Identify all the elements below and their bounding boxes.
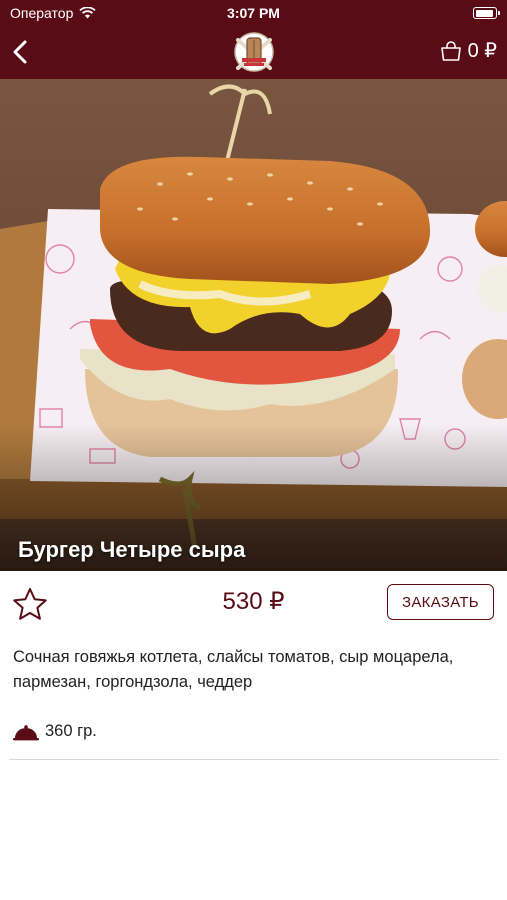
burger-photo [0, 79, 507, 571]
status-time: 3:07 PM [227, 5, 280, 21]
chevron-left-icon [13, 40, 27, 64]
product-action-row: 530 ₽ ЗАКАЗАТЬ [0, 571, 507, 633]
battery-icon [473, 7, 500, 19]
product-weight: 360 гр. [45, 722, 97, 740]
back-button[interactable] [8, 36, 38, 68]
weight-row: 360 гр. [13, 722, 97, 741]
cart-button[interactable]: 0 ₽ [440, 38, 497, 63]
nav-bar: 0 ₽ [0, 26, 507, 79]
product-description: Сочная говяжья котлета, слайсы томатов, … [13, 648, 454, 691]
shopping-bag-icon [440, 40, 461, 61]
cloche-icon [13, 724, 39, 740]
divider [9, 759, 499, 760]
product-title: Бургер Четыре сыра [18, 537, 246, 562]
status-bar: Оператор 3:07 PM [0, 0, 507, 26]
cart-total: 0 ₽ [467, 40, 497, 62]
order-button[interactable]: ЗАКАЗАТЬ [387, 584, 494, 620]
brand-logo [234, 32, 274, 72]
product-image: Бургер Четыре сыра [0, 79, 507, 571]
